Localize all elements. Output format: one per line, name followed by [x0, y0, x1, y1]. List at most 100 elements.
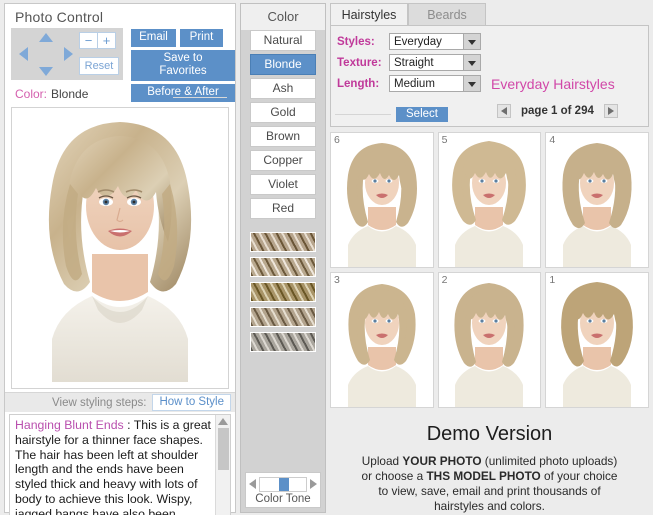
main-photo-frame[interactable]: [11, 107, 229, 389]
select-button[interactable]: Select: [396, 107, 448, 122]
demo-title: Demo Version: [426, 423, 553, 445]
photo-control-title: Photo Control: [15, 9, 104, 25]
thumbnail-number: 5: [441, 134, 448, 146]
thumbnail-number: 2: [441, 274, 448, 286]
demo-version-block: Demo Version Upload YOUR PHOTO (unlimite…: [330, 423, 649, 514]
hairstyle-thumbnail[interactable]: 5: [437, 132, 542, 268]
description-title: Hanging Blunt Ends: [15, 418, 124, 432]
description-separator: :: [123, 418, 134, 432]
tone-left-arrow-icon[interactable]: [249, 479, 256, 489]
color-item-ash[interactable]: Ash: [250, 78, 316, 99]
scrollbar-thumb[interactable]: [218, 428, 229, 470]
tab-beards[interactable]: Beards: [408, 3, 486, 25]
hairstyle-preview: [445, 137, 534, 267]
pan-down-icon[interactable]: [39, 67, 53, 76]
color-tone-label: Color Tone: [255, 493, 311, 505]
color-panel-header: Color: [241, 4, 325, 30]
hair-swatch-2[interactable]: [250, 257, 316, 277]
hair-swatch-1[interactable]: [250, 232, 316, 252]
hairstyle-thumbnail[interactable]: 6: [330, 132, 434, 268]
hair-swatch-5[interactable]: [250, 332, 316, 352]
filter-controls: Styles: Everyday Texture: Straight Lengt…: [330, 25, 649, 127]
color-item-brown[interactable]: Brown: [250, 126, 316, 147]
color-item-red[interactable]: Red: [250, 198, 316, 219]
page-indicator: page 1 of 294: [521, 105, 594, 117]
styles-value: Everyday: [394, 35, 442, 48]
filter-row-texture: Texture: Straight: [337, 54, 648, 71]
zoom-in-button[interactable]: +: [97, 32, 116, 49]
hairstyle-grid: 6 5 4 3 2 1: [330, 132, 649, 408]
hairstyle-thumbnail[interactable]: 3: [330, 272, 434, 408]
pan-left-icon[interactable]: [19, 47, 28, 61]
hairstyle-thumbnail[interactable]: 2: [437, 272, 542, 408]
styles-label: Styles:: [337, 35, 375, 48]
hairstyle-thumbnail[interactable]: 4: [545, 132, 649, 268]
description-text: Hanging Blunt Ends : This is a great hai…: [10, 415, 230, 515]
color-item-violet[interactable]: Violet: [250, 174, 316, 195]
app-root: Photo Control −+ Reset EmailPrint Save: [0, 0, 653, 515]
hair-swatch-4[interactable]: [250, 307, 316, 327]
color-item-gold[interactable]: Gold: [250, 102, 316, 123]
hairstyle-thumbnail[interactable]: 1: [545, 272, 649, 408]
divider: [173, 97, 227, 98]
demo-line1-c: (unlimited photo uploads): [481, 454, 618, 468]
hair-swatch-3[interactable]: [250, 282, 316, 302]
color-item-blonde[interactable]: Blonde: [250, 54, 316, 75]
tab-hairstyles[interactable]: Hairstyles: [330, 3, 408, 25]
texture-label: Texture:: [337, 56, 382, 69]
demo-line2-c: of your choice: [540, 469, 618, 483]
dpad-container: − + Reset: [11, 28, 123, 80]
prev-page-button[interactable]: [497, 104, 511, 118]
hairstyle-preview: [553, 277, 642, 407]
texture-select[interactable]: Straight: [389, 54, 481, 71]
styling-steps-row: View styling steps: How to Style: [5, 392, 235, 412]
email-button[interactable]: Email: [131, 29, 176, 47]
demo-description: Upload YOUR PHOTO (unlimited photo uploa…: [330, 454, 649, 514]
demo-line2-a: or choose a: [361, 469, 427, 483]
current-color-row: Color: Blonde: [5, 84, 235, 105]
tab-bar: Hairstyles Beards: [330, 3, 649, 25]
reset-button[interactable]: Reset: [79, 57, 119, 75]
description-scrollbar[interactable]: [215, 415, 230, 515]
save-to-favorites-button[interactable]: Save to Favorites: [131, 50, 235, 81]
category-title: Everyday Hairstyles: [491, 76, 615, 92]
styles-select[interactable]: Everyday: [389, 33, 481, 50]
swatch-list: [241, 222, 325, 352]
demo-line-1: Upload YOUR PHOTO (unlimited photo uploa…: [330, 454, 649, 469]
pan-up-icon[interactable]: [39, 33, 53, 42]
hairstyle-preview: [337, 137, 426, 267]
pan-right-icon[interactable]: [64, 47, 73, 61]
how-to-style-button[interactable]: How to Style: [152, 394, 231, 411]
chevron-down-icon[interactable]: [463, 76, 480, 91]
print-button[interactable]: Print: [180, 29, 223, 47]
next-page-button[interactable]: [603, 104, 618, 118]
length-select[interactable]: Medium: [389, 75, 481, 92]
demo-line2-b: THS MODEL PHOTO: [426, 469, 541, 483]
hairstyle-preview: [445, 277, 534, 407]
scroll-up-icon[interactable]: [218, 418, 228, 425]
chevron-down-icon[interactable]: [463, 55, 480, 70]
zoom-out-button[interactable]: −: [79, 32, 98, 49]
color-value: Blonde: [51, 87, 89, 101]
color-item-natural[interactable]: Natural: [250, 30, 316, 51]
thumbnail-number: 4: [549, 134, 556, 146]
thumbnail-number: 6: [334, 134, 340, 146]
tone-track[interactable]: [259, 476, 307, 492]
demo-line-4: hairstyles and colors.: [434, 499, 545, 513]
tone-handle[interactable]: [279, 477, 290, 491]
tone-right-arrow-icon[interactable]: [310, 479, 317, 489]
length-label: Length:: [337, 77, 380, 90]
chevron-down-icon[interactable]: [463, 34, 480, 49]
hairstyle-preview: [337, 277, 426, 407]
thumbnail-number: 3: [334, 274, 340, 286]
color-item-copper[interactable]: Copper: [250, 150, 316, 171]
length-value: Medium: [394, 77, 435, 90]
hairstyles-panel: Hairstyles Beards Styles: Everyday Textu…: [330, 3, 649, 513]
zoom-group: − +: [79, 32, 119, 49]
demo-line1-b: YOUR PHOTO: [402, 454, 482, 468]
view-styling-steps-label: View styling steps:: [52, 396, 147, 409]
demo-line1-a: Upload: [361, 454, 403, 468]
photo-control-panel: Photo Control −+ Reset EmailPrint Save: [4, 3, 236, 515]
color-tone-slider[interactable]: [249, 476, 317, 492]
color-label: Color:: [15, 87, 48, 101]
